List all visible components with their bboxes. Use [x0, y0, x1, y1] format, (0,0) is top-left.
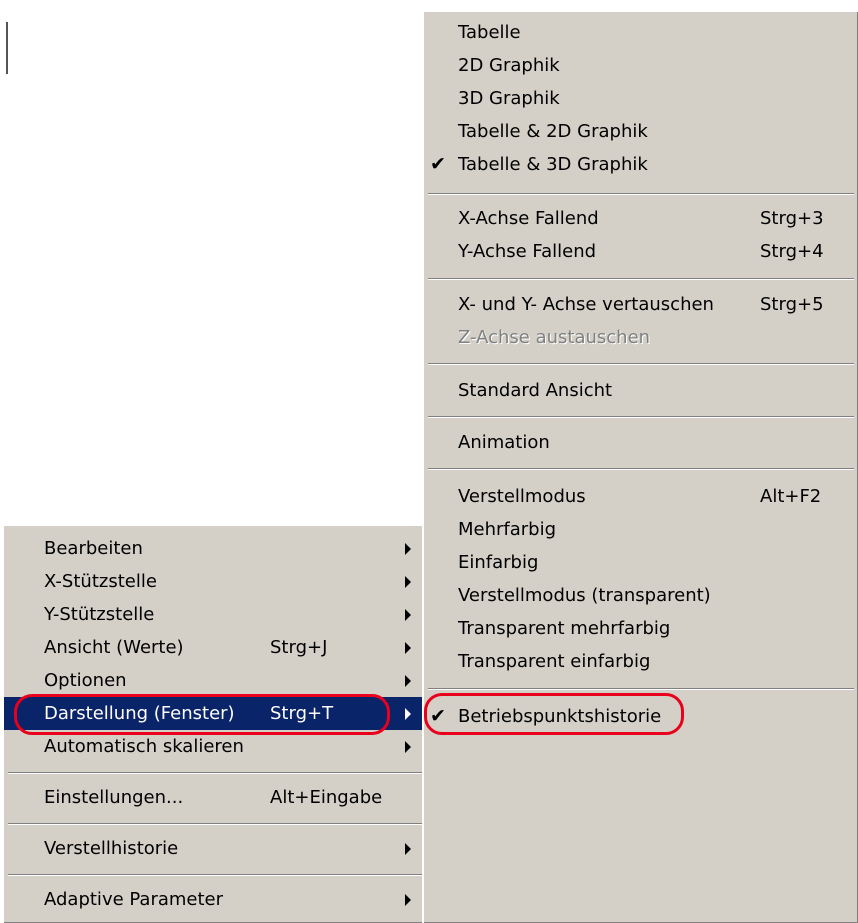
- submenu-arrow-icon: [405, 843, 411, 855]
- menu-item-y-stuetzstelle[interactable]: Y-Stützstelle: [4, 598, 426, 631]
- annotation-oval-betriebspunktshistorie: [424, 693, 684, 735]
- submenu-arrow-icon: [405, 609, 411, 621]
- submenu-arrow-icon: [405, 675, 411, 687]
- menu-item-shortcut: Alt+Eingabe: [270, 787, 383, 808]
- menu-item-verstellhistorie[interactable]: Verstellhistorie: [4, 832, 426, 865]
- submenu-item-animation[interactable]: Animation: [424, 426, 858, 459]
- menu-item-label: X- und Y- Achse vertauschen: [458, 294, 714, 315]
- darstellung-submenu: Tabelle 2D Graphik 3D Graphik Tabelle & …: [422, 10, 858, 923]
- menu-item-label: Einstellungen...: [44, 787, 184, 808]
- submenu-item-2d-graphik[interactable]: 2D Graphik: [424, 49, 858, 82]
- submenu-item-mehrfarbig[interactable]: Mehrfarbig: [424, 513, 858, 546]
- menu-item-label: Tabelle & 3D Graphik: [458, 154, 648, 175]
- submenu-item-tabelle-3d[interactable]: ✔ Tabelle & 3D Graphik: [424, 148, 858, 181]
- submenu-item-transparent-mehrfarbig[interactable]: Transparent mehrfarbig: [424, 612, 858, 645]
- menu-separator: [428, 363, 854, 365]
- submenu-arrow-icon: [405, 708, 411, 720]
- menu-item-label: Transparent mehrfarbig: [458, 618, 671, 639]
- annotation-oval-darstellung: [14, 694, 390, 735]
- menu-item-label: Tabelle: [458, 22, 521, 43]
- menu-item-label: Y-Achse Fallend: [458, 241, 597, 262]
- submenu-item-3d-graphik[interactable]: 3D Graphik: [424, 82, 858, 115]
- menu-item-label: Einfarbig: [458, 552, 539, 573]
- menu-item-adaptive-parameter[interactable]: Adaptive Parameter: [4, 883, 426, 916]
- menu-separator: [428, 278, 854, 280]
- menu-item-label: Verstellmodus: [458, 486, 586, 507]
- menu-separator: [428, 416, 854, 418]
- menu-separator: [428, 468, 854, 470]
- submenu-item-z-achse-austauschen: Z-Achse austauschen: [424, 321, 858, 354]
- submenu-item-tabelle-2d[interactable]: Tabelle & 2D Graphik: [424, 115, 858, 148]
- submenu-item-einfarbig[interactable]: Einfarbig: [424, 546, 858, 579]
- menu-item-label: Ansicht (Werte): [44, 637, 184, 658]
- submenu-item-y-achse-fallend[interactable]: Y-Achse Fallend Strg+4: [424, 235, 858, 268]
- menu-item-label: Y-Stützstelle: [44, 604, 155, 625]
- submenu-item-transparent-einfarbig[interactable]: Transparent einfarbig: [424, 645, 858, 678]
- menu-item-label: Tabelle & 2D Graphik: [458, 121, 648, 142]
- menu-item-label: 2D Graphik: [458, 55, 560, 76]
- menu-item-bearbeiten[interactable]: Bearbeiten: [4, 532, 426, 565]
- submenu-arrow-icon: [405, 741, 411, 753]
- menu-item-label: Verstellhistorie: [44, 838, 179, 859]
- menu-item-label: Standard Ansicht: [458, 380, 613, 401]
- submenu-arrow-icon: [405, 576, 411, 588]
- menu-item-label: 3D Graphik: [458, 88, 560, 109]
- menu-item-shortcut: Strg+3: [760, 208, 824, 229]
- menu-item-shortcut: Alt+F2: [760, 486, 822, 507]
- menu-item-label: X-Achse Fallend: [458, 208, 599, 229]
- submenu-item-verstellmodus[interactable]: Verstellmodus Alt+F2: [424, 480, 858, 513]
- menu-item-label: X-Stützstelle: [44, 571, 157, 592]
- submenu-item-x-achse-fallend[interactable]: X-Achse Fallend Strg+3: [424, 202, 858, 235]
- menu-separator: [8, 874, 422, 876]
- menu-item-optionen[interactable]: Optionen: [4, 664, 426, 697]
- menu-separator: [8, 823, 422, 825]
- menu-item-label: Mehrfarbig: [458, 519, 557, 540]
- menu-item-label: Adaptive Parameter: [44, 889, 224, 910]
- submenu-item-verstellmodus-transparent[interactable]: Verstellmodus (transparent): [424, 579, 858, 612]
- menu-item-label: Bearbeiten: [44, 538, 143, 559]
- submenu-arrow-icon: [405, 642, 411, 654]
- menu-item-einstellungen[interactable]: Einstellungen... Alt+Eingabe: [4, 781, 426, 814]
- submenu-arrow-icon: [405, 543, 411, 555]
- menu-item-shortcut: Strg+5: [760, 294, 824, 315]
- menu-item-shortcut: Strg+J: [270, 637, 328, 658]
- menu-separator: [428, 193, 854, 195]
- submenu-item-achsen-vertauschen[interactable]: X- und Y- Achse vertauschen Strg+5: [424, 288, 858, 321]
- menu-item-shortcut: Strg+4: [760, 241, 824, 262]
- menu-item-label: Optionen: [44, 670, 127, 691]
- menu-item-label: Transparent einfarbig: [458, 651, 651, 672]
- checkmark-icon: ✔: [430, 153, 446, 175]
- menu-separator: [8, 772, 422, 774]
- menu-item-label: Verstellmodus (transparent): [458, 585, 711, 606]
- submenu-item-standard-ansicht[interactable]: Standard Ansicht: [424, 374, 858, 407]
- menu-separator: [428, 688, 854, 690]
- text-caret: [6, 22, 8, 74]
- menu-item-label: Z-Achse austauschen: [458, 327, 651, 348]
- submenu-arrow-icon: [405, 894, 411, 906]
- menu-item-label: Animation: [458, 432, 550, 453]
- menu-item-ansicht-werte[interactable]: Ansicht (Werte) Strg+J: [4, 631, 426, 664]
- submenu-item-tabelle[interactable]: Tabelle: [424, 16, 858, 49]
- menu-item-x-stuetzstelle[interactable]: X-Stützstelle: [4, 565, 426, 598]
